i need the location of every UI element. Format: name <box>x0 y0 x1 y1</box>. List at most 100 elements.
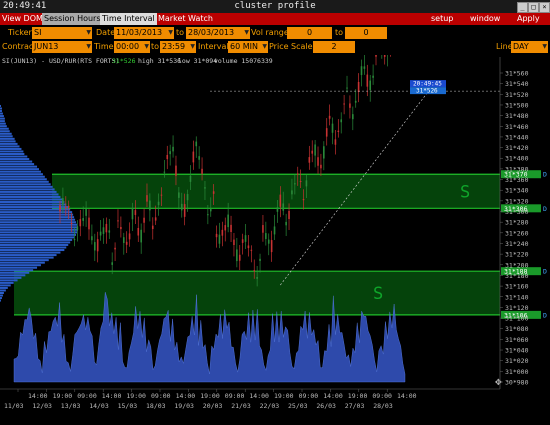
chart-volume: volume 15076339 <box>214 57 273 65</box>
x-date-label: 12/03 <box>32 402 52 410</box>
date-to-field[interactable]: 28/03/2013 ▼ <box>186 27 250 39</box>
y-tick-label: 31*200 <box>505 261 529 269</box>
volume-profile-bar <box>0 170 41 173</box>
volume-profile-bar <box>0 216 75 219</box>
candle-body <box>160 194 163 196</box>
candle-body <box>241 239 244 243</box>
ticker-select[interactable]: SI ▼ <box>32 27 92 39</box>
candle-body <box>285 221 287 226</box>
volume-profile-bar <box>0 294 3 297</box>
y-tick-label: 31*240 <box>505 240 529 248</box>
y-tick-label: 31*540 <box>505 80 529 88</box>
volume-profile-bar <box>0 243 69 246</box>
y-tick-label: 31*480 <box>505 112 529 120</box>
time-to-value: 23:59 <box>162 42 186 51</box>
candle-body <box>93 242 96 251</box>
minimize-icon[interactable]: _ <box>517 2 528 13</box>
cluster-chart[interactable]: SI(JUN13) - USD/RUR(RTS FORTS) 31*526 hi… <box>0 1 550 423</box>
y-tick-label: 30*980 <box>505 379 529 387</box>
price-scale-field[interactable]: 2 <box>313 41 355 53</box>
candle-body <box>294 183 296 185</box>
volume-profile-bar <box>0 226 78 229</box>
volume-profile-bar <box>0 249 65 252</box>
zone-marker: D <box>543 171 547 179</box>
x-time-label: 09:00 <box>299 392 319 400</box>
candle-body <box>128 233 131 240</box>
volume-profile-bar <box>0 274 26 277</box>
candle-body <box>349 103 351 108</box>
candle-body <box>221 229 224 236</box>
date-from-field[interactable]: 11/03/2013 ▼ <box>114 27 174 39</box>
candle-body <box>166 154 169 160</box>
y-tick-label: 31*180 <box>505 272 529 280</box>
volume-profile-bar <box>0 132 12 135</box>
chart-low: low 31*094 <box>178 57 217 65</box>
interval-select[interactable]: 60 MIN ▼ <box>228 41 268 53</box>
restore-icon[interactable]: □ <box>528 2 539 13</box>
close-icon[interactable]: × <box>539 2 550 13</box>
volume-profile-bar <box>0 125 7 128</box>
tab-time-interval[interactable]: Time Interval <box>100 13 157 25</box>
vol-min-field[interactable]: 0 <box>287 27 332 39</box>
candle-body <box>131 208 134 220</box>
volume-profile-bar <box>0 112 3 115</box>
vol-max-field[interactable]: 0 <box>345 27 387 39</box>
current-price-label: 31*526 <box>416 88 438 95</box>
chevron-down-icon: ▼ <box>244 29 249 36</box>
tab-session-hours[interactable]: Session Hours <box>42 13 103 25</box>
candle-body <box>357 81 360 92</box>
candle-body <box>253 270 256 272</box>
menu-setup[interactable]: setup <box>431 13 453 25</box>
time-from-field[interactable]: 00:00 ▼ <box>114 41 150 53</box>
contract-value: JUN13 <box>34 42 59 51</box>
candle-body <box>282 203 285 211</box>
y-tick-label: 31*500 <box>505 101 529 109</box>
menu-market-watch[interactable]: Market Watch <box>158 13 213 25</box>
current-time-label: 20:49:45 <box>413 81 442 88</box>
candle-body <box>79 219 82 227</box>
chart-symbol: SI(JUN13) - USD/RUR(RTS FORTS) <box>2 57 119 65</box>
line-select[interactable]: DAY ▼ <box>511 41 548 53</box>
y-tick-label: 31*460 <box>505 123 529 131</box>
interval-value: 60 MIN <box>230 42 258 51</box>
candle-body <box>238 254 241 261</box>
x-date-label: 14/03 <box>89 402 109 410</box>
candle-body <box>354 100 357 103</box>
volume-profile-bar <box>0 236 75 239</box>
volume-profile-bar <box>0 256 54 259</box>
menu-apply[interactable]: Apply <box>517 13 540 25</box>
date-label: Date <box>96 28 116 37</box>
y-tick-label: 31*300 <box>505 208 529 216</box>
chart-area[interactable]: SI(JUN13) - USD/RUR(RTS FORTS) 31*526 hi… <box>0 1 550 423</box>
y-tick-label: 31*340 <box>505 187 529 195</box>
candle-body <box>207 214 209 216</box>
candle-body <box>331 123 334 133</box>
candle-body <box>140 229 142 243</box>
candle-body <box>62 198 64 205</box>
control-panel: Ticker SI ▼ Date 11/03/2013 ▼ to 28/03/201… <box>0 25 550 55</box>
candle-body <box>276 207 279 212</box>
x-time-label: 14:00 <box>176 392 196 400</box>
volume-profile-bar <box>0 137 15 140</box>
time-to-field[interactable]: 23:59 ▼ <box>160 41 196 53</box>
y-tick-label: 31*320 <box>505 197 529 205</box>
candle-body <box>317 157 319 166</box>
candle-body <box>375 46 377 57</box>
volume-profile-bar <box>0 160 33 163</box>
date-to-label: to <box>176 28 185 37</box>
tab-view-dom[interactable]: View DOM <box>0 13 45 25</box>
candle-body <box>236 249 238 262</box>
candle-body <box>111 262 113 265</box>
candle-body <box>175 165 177 176</box>
volume-profile-bar <box>0 163 35 166</box>
contract-select[interactable]: JUN13 ▼ <box>32 41 92 53</box>
menu-window[interactable]: window <box>470 13 500 25</box>
ticker-label: Ticker <box>8 28 32 37</box>
candle-body <box>334 139 337 145</box>
volume-profile-bar <box>0 107 2 110</box>
y-tick-label: 31*360 <box>505 176 529 184</box>
candle-body <box>76 226 79 231</box>
candle-body <box>117 220 119 222</box>
chevron-down-icon: ▼ <box>168 29 173 36</box>
crosshair-icon[interactable]: ✥ <box>495 375 502 388</box>
